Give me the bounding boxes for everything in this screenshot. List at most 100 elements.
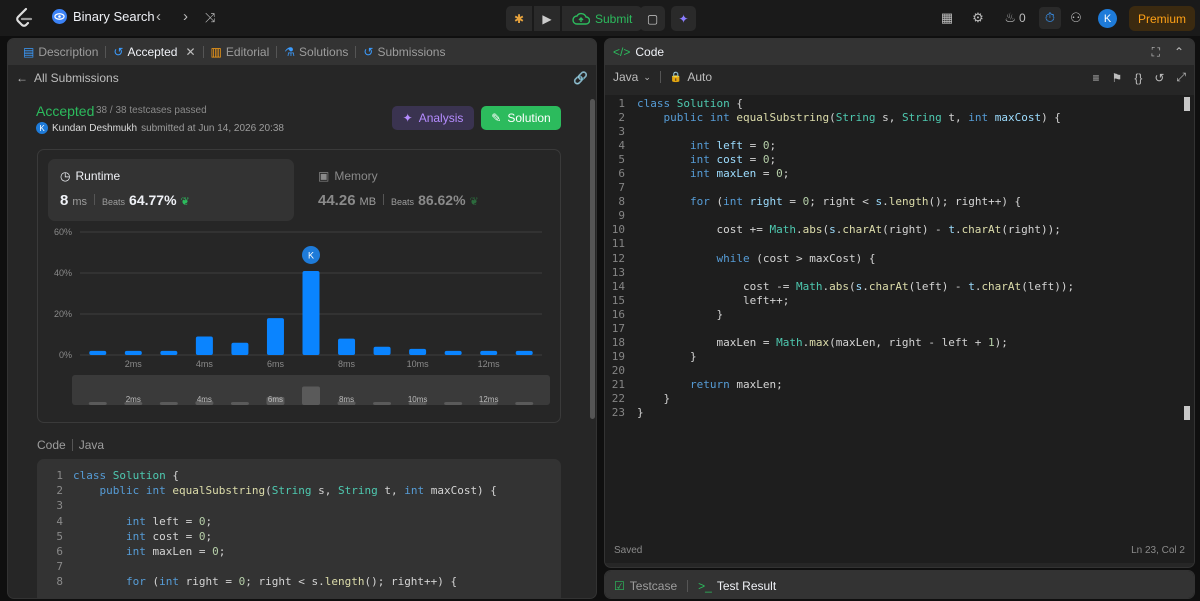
notes-button[interactable]: ▢ (640, 6, 665, 31)
code-line: 3 (605, 125, 1194, 139)
solution-button[interactable]: ✎ Solution (481, 106, 561, 130)
bookmark-icon[interactable]: ⚑ (1112, 71, 1123, 85)
runtime-bar (515, 350, 533, 355)
streak-count: 0 (1018, 11, 1026, 25)
next-problem-icon[interactable]: › (183, 8, 188, 25)
code-token: int (723, 195, 750, 209)
tab-solutions[interactable]: ⚗ Solutions (277, 39, 355, 65)
code-line: 16 } (605, 308, 1194, 322)
code-token: . (822, 279, 830, 293)
code-editor[interactable]: 1 class Solution {2 public int equalSubst… (605, 95, 1194, 540)
line-number: 5 (56, 529, 63, 543)
avatar[interactable]: K (1098, 9, 1117, 28)
leetcode-logo[interactable] (12, 6, 36, 30)
collapse-icon[interactable]: ⌃ (1174, 45, 1184, 59)
code-token: left (716, 139, 743, 153)
ai-button[interactable]: ✦ (671, 6, 696, 31)
user-name[interactable]: Kundan Deshmukh (52, 123, 137, 134)
runtime-card[interactable]: ◷ Runtime 8 ms Beats 64.77% ❦ (48, 159, 294, 221)
overview-bar (444, 402, 463, 405)
code-token: . (835, 223, 843, 237)
braces-icon[interactable]: {} (1134, 71, 1142, 85)
overview-bar (302, 386, 320, 405)
run-button[interactable]: ▶ (534, 6, 560, 31)
code-token: charAt (981, 279, 1022, 293)
prev-problem-icon[interactable]: ‹ (156, 8, 161, 25)
code-token: charAt (842, 223, 883, 237)
editor-status-bar: Saved Ln 23, Col 2 (605, 539, 1194, 563)
code-line: 23} (605, 406, 1194, 420)
code-language-label: Code Java (37, 438, 104, 452)
saved-status: Saved (614, 545, 643, 556)
all-submissions-link[interactable]: ← All Submissions (16, 71, 119, 85)
submitter-line: K Kundan Deshmukh submitted at Jun 14, 2… (36, 122, 284, 134)
code-token: String (901, 111, 942, 125)
code-token: int (125, 544, 153, 558)
code-line: 2 public int equalSubstring(String s, St… (605, 111, 1194, 125)
reset-icon[interactable]: ↺ (1154, 71, 1164, 85)
code-token: ( (152, 575, 160, 589)
line-number: 15 (611, 293, 625, 307)
line-number: 17 (611, 321, 625, 335)
problem-list-button[interactable]: Binary Search (52, 9, 155, 24)
line-number: 18 (611, 335, 625, 349)
memory-label: Memory (334, 169, 378, 183)
scrollbar[interactable] (590, 99, 595, 419)
tab-test-result[interactable]: >_ Test Result (698, 572, 776, 598)
runtime-beats: 64.77% (129, 192, 177, 208)
tab-accepted[interactable]: ↺ Accepted ✕ (106, 39, 202, 65)
streak-counter[interactable]: ♨ 0 (1000, 8, 1030, 28)
code-token: left = (152, 514, 199, 528)
expand-icon[interactable]: ⤢ (1176, 70, 1186, 85)
memory-card[interactable]: ▣ Memory 44.26 MB Beats 86.62% ❦ (306, 159, 552, 221)
tab-testcase[interactable]: ☑ Testcase (614, 572, 677, 598)
submit-button[interactable]: Submit (562, 6, 643, 31)
link-icon[interactable]: 🔗 (573, 71, 588, 85)
code-token: String (337, 484, 378, 498)
leaf-icon: ❦ (180, 196, 190, 208)
code-token: String (271, 484, 312, 498)
code-token: s (829, 223, 836, 237)
code-token: . (862, 279, 869, 293)
runtime-bar (89, 350, 107, 355)
code-token: for (125, 575, 153, 589)
code-token: ( (848, 279, 856, 293)
code-line: 21 return maxLen; (605, 378, 1194, 392)
timer-icon[interactable]: ⏱ (1039, 7, 1061, 29)
tab-editorial[interactable]: ▥ Editorial (204, 39, 277, 65)
code-editor-panel: </> Code ⛶ ⌃ Java ⌄ 🔒 Auto ≡ ⚑ {} ↺ ⤢ 1c… (604, 38, 1195, 568)
gear-icon[interactable]: ⚙ (968, 8, 988, 28)
mode-label[interactable]: Auto (687, 70, 712, 84)
layout-icon[interactable]: ▦ (937, 8, 957, 28)
editor-scroll-thumb[interactable] (1184, 406, 1190, 420)
code-token: int (159, 575, 186, 589)
code-token: ; right < s. (245, 575, 325, 589)
divider (659, 71, 661, 83)
code-token: equalSubstring (172, 484, 266, 498)
shuffle-icon[interactable]: ⤨ (205, 10, 215, 26)
line-number: 14 (611, 279, 625, 293)
code-line: 13 (605, 266, 1194, 280)
code-token: maxLen = (637, 335, 777, 349)
tab-description[interactable]: ▤ Description (16, 39, 105, 65)
language-select[interactable]: Java ⌄ 🔒 Auto (613, 70, 712, 84)
code-token: { (729, 97, 743, 110)
user-avatar: K (36, 122, 48, 134)
history-icon: ↺ (363, 45, 374, 59)
code-line: 9 (605, 209, 1194, 223)
overview-tick-label: 6ms (268, 395, 283, 404)
tab-submissions[interactable]: ↺ Submissions (356, 39, 452, 65)
debug-button[interactable]: ✱ (506, 6, 532, 31)
format-icon[interactable]: ≡ (1093, 71, 1100, 85)
analysis-button[interactable]: ✦ Analysis (392, 106, 474, 130)
code-token: int (689, 153, 717, 167)
code-line: 18 maxLen = Math. max (maxLen, right - lef… (605, 336, 1194, 350)
close-icon[interactable]: ✕ (185, 45, 195, 59)
editor-scrollbar[interactable] (1184, 97, 1190, 111)
add-user-icon[interactable]: ⚇ (1066, 8, 1086, 28)
line-number: 8 (618, 195, 625, 209)
premium-button[interactable]: Premium (1129, 6, 1195, 31)
maximize-icon[interactable]: ⛶ (1152, 45, 1160, 60)
overview-tick-label: 8ms (339, 395, 354, 404)
